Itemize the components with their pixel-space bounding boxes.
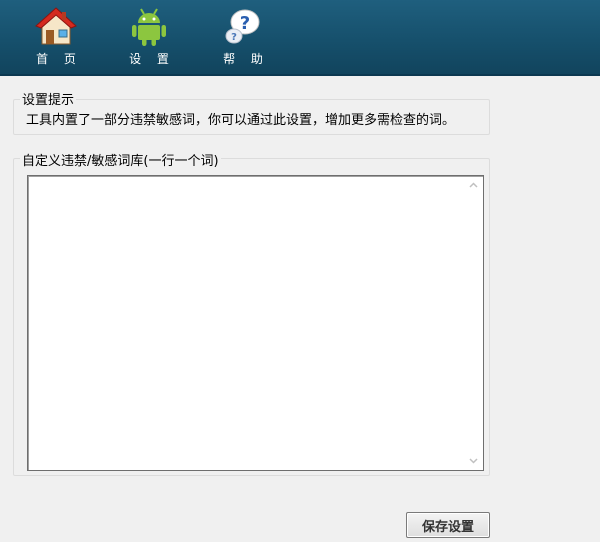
house-icon	[35, 7, 77, 45]
toolbar-help-button[interactable]: ? ? 帮 助	[213, 6, 273, 68]
help-question-icon: ? ?	[225, 9, 260, 44]
vertical-scrollbar[interactable]	[465, 177, 482, 469]
top-toolbar: 首 页 设 置 ? ? 帮 助	[0, 0, 600, 76]
toolbar-settings-label: 设 置	[129, 52, 175, 66]
words-textbox[interactable]	[27, 175, 484, 471]
hint-group-title: 设置提示	[20, 89, 77, 108]
android-robot-icon	[132, 8, 166, 46]
words-textarea[interactable]	[30, 178, 464, 468]
svg-text:?: ?	[231, 32, 237, 43]
svg-text:?: ?	[240, 13, 250, 34]
scroll-up-arrow-icon[interactable]	[465, 177, 482, 194]
save-settings-button[interactable]: 保存设置	[406, 512, 490, 538]
words-group-title: 自定义违禁/敏感词库(一行一个词)	[20, 150, 221, 169]
toolbar-settings-button[interactable]: 设 置	[119, 6, 179, 68]
toolbar-help-label: 帮 助	[223, 52, 269, 66]
scroll-down-arrow-icon[interactable]	[465, 452, 482, 469]
hint-text: 工具内置了一部分违禁敏感词，你可以通过此设置，增加更多需检查的词。	[26, 113, 456, 128]
toolbar-home-label: 首 页	[36, 52, 82, 66]
toolbar-home-button[interactable]: 首 页	[26, 6, 86, 68]
